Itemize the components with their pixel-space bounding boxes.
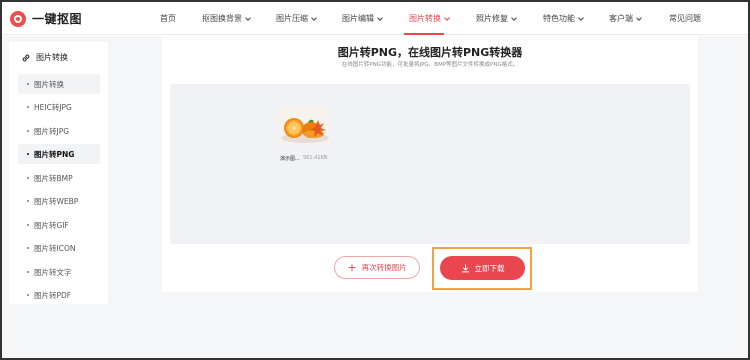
sidebar: 图片转换 图片转换 HEIC转JPG 图片转JPG 图片转PNG 图片转BMP … — [9, 42, 108, 304]
page-subtitle: 在线图片转PNG功能，可批量将JPG、BMP等图片文件转换成PNG格式。 — [341, 62, 519, 68]
sidebar-item-to-webp[interactable]: 图片转WEBP — [18, 191, 100, 211]
sidebar-item-image-convert[interactable]: 图片转换 — [18, 74, 100, 94]
nav-label: 抠图换背景 — [202, 14, 242, 23]
download-button[interactable]: 立即下载 — [440, 256, 525, 280]
nav-label: 图片压缩 — [276, 14, 308, 23]
bullet-icon — [27, 200, 29, 202]
bullet-icon — [27, 130, 29, 132]
file-drop-area[interactable]: 演示图... 561.41KB — [170, 84, 690, 244]
sidebar-item-label: 图片转ICON — [34, 243, 76, 253]
chevron-down-icon — [578, 14, 584, 21]
reconvert-label: 再次转换图片 — [361, 263, 407, 272]
converter-panel: 图片转PNG，在线图片转PNG转换器 在线图片转PNG功能，可批量将JPG、BM… — [162, 36, 698, 292]
link-icon — [22, 54, 30, 61]
sidebar-item-to-png[interactable]: 图片转PNG — [18, 144, 100, 164]
nav-item-faq[interactable]: 常见问题 — [669, 13, 701, 24]
sidebar-item-heic-to-jpg[interactable]: HEIC转JPG — [18, 97, 100, 117]
sidebar-item-label: 图片转JPG — [34, 126, 70, 136]
top-navigation-bar: 一键抠图 首页 抠图换背景 图片压缩 图片编辑 图片转换 照片修复 特色功能 客… — [2, 2, 748, 35]
file-thumbnail[interactable] — [278, 106, 330, 145]
nav-item-edit[interactable]: 图片编辑 — [342, 13, 383, 24]
nav-label: 图片编辑 — [342, 14, 374, 23]
sidebar-item-label: 图片转换 — [34, 79, 64, 89]
sidebar-item-label: 图片转BMP — [34, 173, 73, 183]
nav-item-convert[interactable]: 图片转换 — [409, 13, 450, 24]
sidebar-item-to-jpg[interactable]: 图片转JPG — [18, 121, 100, 141]
bullet-icon — [27, 247, 29, 249]
chevron-down-icon — [377, 14, 383, 21]
sidebar-item-to-pdf[interactable]: 图片转PDF — [18, 285, 100, 305]
sidebar-header: 图片转换 — [21, 52, 68, 63]
sidebar-item-label: 图片转WEBP — [34, 196, 79, 206]
file-size: 561.41KB — [303, 155, 328, 161]
nav-label: 特色功能 — [543, 14, 575, 23]
nav-label: 图片转换 — [409, 14, 441, 23]
reconvert-button[interactable]: + 再次转换图片 — [334, 256, 420, 279]
nav-item-features[interactable]: 特色功能 — [543, 13, 584, 24]
nav-item-cutout[interactable]: 抠图换背景 — [202, 13, 251, 24]
bullet-icon — [27, 224, 29, 226]
active-nav-indicator — [404, 33, 444, 35]
sidebar-item-label: 图片转PNG — [34, 149, 75, 159]
nav-label: 首页 — [160, 14, 176, 23]
bullet-icon — [27, 177, 29, 179]
download-icon — [461, 263, 469, 272]
sidebar-item-label: 图片转GIF — [34, 220, 69, 230]
sidebar-item-to-text[interactable]: 图片转文字 — [18, 262, 100, 282]
sidebar-item-to-bmp[interactable]: 图片转BMP — [18, 168, 100, 188]
bullet-icon — [27, 83, 29, 85]
bullet-icon — [27, 271, 29, 273]
chevron-down-icon — [444, 14, 450, 21]
nav-item-home[interactable]: 首页 — [160, 13, 176, 24]
nav-item-client[interactable]: 客户端 — [609, 13, 642, 24]
sidebar-item-to-gif[interactable]: 图片转GIF — [18, 215, 100, 235]
logo-icon — [10, 10, 26, 27]
nav-label: 客户端 — [609, 14, 633, 23]
brand-logo[interactable]: 一键抠图 — [10, 10, 82, 27]
plus-icon: + — [347, 261, 357, 274]
sidebar-item-label: HEIC转JPG — [34, 102, 72, 112]
brand-name: 一键抠图 — [32, 12, 83, 26]
nav-item-repair[interactable]: 照片修复 — [476, 13, 517, 24]
nav-label: 照片修复 — [476, 14, 508, 23]
orange-photo-thumbnail — [278, 106, 330, 145]
chevron-down-icon — [245, 14, 251, 21]
file-name: 演示图... — [280, 156, 300, 162]
sidebar-item-label: 图片转文字 — [34, 267, 72, 277]
chevron-down-icon — [511, 14, 517, 21]
chevron-down-icon — [636, 14, 642, 21]
sidebar-item-to-icon[interactable]: 图片转ICON — [18, 238, 100, 258]
sidebar-item-label: 图片转PDF — [34, 290, 72, 300]
nav-item-compress[interactable]: 图片压缩 — [276, 13, 317, 24]
nav-label: 常见问题 — [669, 14, 701, 23]
bullet-icon — [27, 106, 29, 108]
bullet-icon — [27, 153, 29, 155]
sidebar-header-label: 图片转换 — [36, 53, 68, 62]
download-label: 立即下载 — [474, 263, 505, 273]
page-title: 图片转PNG，在线图片转PNG转换器 — [337, 46, 523, 59]
chevron-down-icon — [311, 14, 317, 21]
bullet-icon — [27, 294, 29, 296]
